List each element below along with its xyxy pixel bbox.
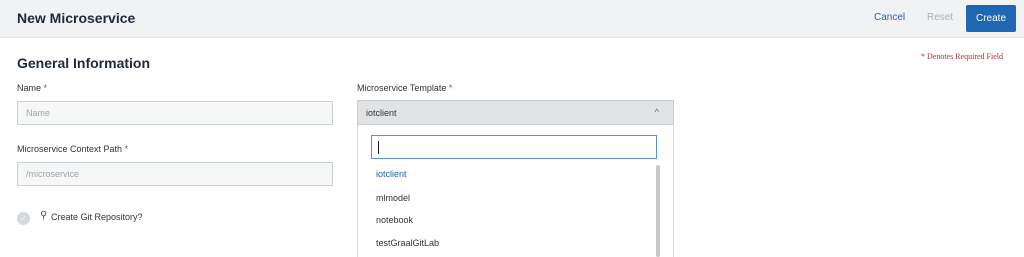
dropdown-option[interactable]: notebook xyxy=(376,215,413,225)
dropdown-search-input[interactable] xyxy=(371,135,657,159)
required-field-note: * Denotes Required Field xyxy=(921,52,1003,61)
dropdown-scrollbar[interactable] xyxy=(656,165,660,257)
page-header: New Microservice Cancel Reset Create xyxy=(0,0,1024,38)
template-dropdown: iotclient mlmodel notebook testGraalGitL… xyxy=(357,125,674,257)
dropdown-option[interactable]: testGraalGitLab xyxy=(376,238,439,248)
chevron-up-icon: ^ xyxy=(654,107,659,117)
template-select[interactable]: iotclient ^ xyxy=(357,100,674,125)
dropdown-option[interactable]: mlmodel xyxy=(376,193,410,203)
lightbulb-icon: ⚲ xyxy=(40,210,48,221)
create-git-repo-label: Create Git Repository? xyxy=(51,212,143,222)
dropdown-option[interactable]: iotclient xyxy=(376,169,407,179)
template-label: Microservice Template * xyxy=(357,83,453,93)
required-marker: * xyxy=(448,83,453,93)
page-title: New Microservice xyxy=(17,10,136,26)
required-marker: * xyxy=(43,83,48,93)
reset-button[interactable]: Reset xyxy=(927,12,953,23)
context-path-label: Microservice Context Path * xyxy=(17,144,129,154)
section-title: General Information xyxy=(17,55,151,71)
name-label: Name * xyxy=(17,83,48,93)
name-input[interactable]: Name xyxy=(17,101,333,125)
required-marker: * xyxy=(124,144,129,154)
check-icon[interactable]: ✓ xyxy=(17,212,30,225)
context-path-input[interactable]: /microservice xyxy=(17,162,333,186)
create-button[interactable]: Create xyxy=(966,5,1016,32)
text-caret xyxy=(378,141,379,154)
cancel-button[interactable]: Cancel xyxy=(874,12,905,23)
